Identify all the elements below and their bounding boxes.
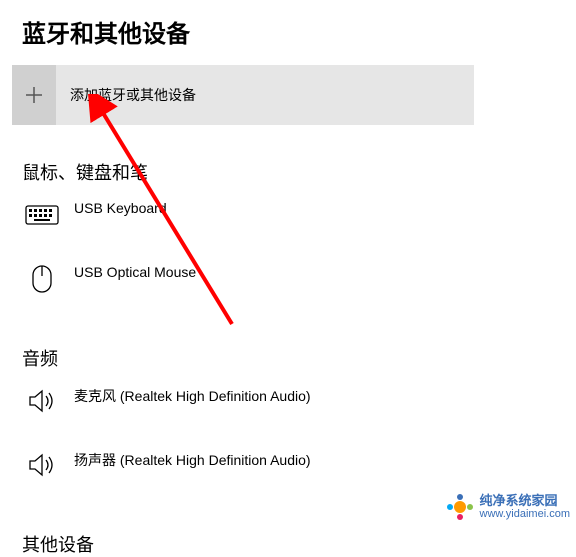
device-row-mouse[interactable]: USB Optical Mouse — [0, 261, 576, 297]
mouse-icon — [24, 261, 60, 297]
plus-icon — [12, 65, 56, 125]
keyboard-icon — [24, 197, 60, 233]
watermark-logo-icon — [446, 493, 474, 521]
add-device-button[interactable]: 添加蓝牙或其他设备 — [12, 65, 474, 125]
device-label: USB Keyboard — [74, 200, 167, 216]
watermark: 纯净系统家园 www.yidaimei.com — [446, 493, 570, 521]
speaker-icon — [24, 383, 60, 419]
device-row-keyboard[interactable]: USB Keyboard — [0, 197, 576, 233]
section-header-mkp: 鼠标、键盘和笔 — [0, 159, 576, 185]
device-label: 麦克风 (Realtek High Definition Audio) — [74, 386, 311, 406]
device-label: 扬声器 (Realtek High Definition Audio) — [74, 450, 311, 470]
add-device-label: 添加蓝牙或其他设备 — [70, 85, 196, 105]
watermark-title: 纯净系统家园 — [480, 494, 570, 508]
device-row-speaker[interactable]: 扬声器 (Realtek High Definition Audio) — [0, 447, 576, 483]
device-label: USB Optical Mouse — [74, 264, 196, 280]
section-header-other: 其他设备 — [0, 531, 576, 557]
page-title: 蓝牙和其他设备 — [0, 0, 576, 65]
device-row-mic[interactable]: 麦克风 (Realtek High Definition Audio) — [0, 383, 576, 419]
speaker-icon — [24, 447, 60, 483]
watermark-url: www.yidaimei.com — [480, 508, 570, 520]
section-header-audio: 音频 — [0, 345, 576, 371]
